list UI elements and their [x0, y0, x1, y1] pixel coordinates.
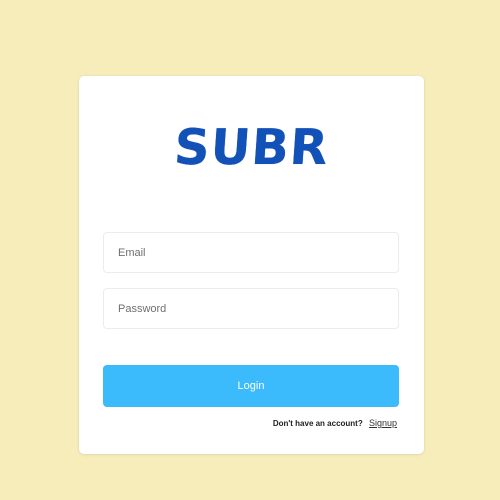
signup-question: Don't have an account? — [272, 419, 363, 428]
email-input[interactable] — [103, 232, 399, 273]
login-card: SUBR Login Don't have an account? Signup — [79, 76, 424, 454]
signup-prompt: Don't have an account? Signup — [273, 417, 397, 430]
login-button[interactable]: Login — [103, 365, 399, 407]
password-input[interactable] — [103, 288, 399, 329]
signup-link[interactable]: Signup — [369, 418, 397, 428]
brand-logo: SUBR — [172, 119, 331, 176]
